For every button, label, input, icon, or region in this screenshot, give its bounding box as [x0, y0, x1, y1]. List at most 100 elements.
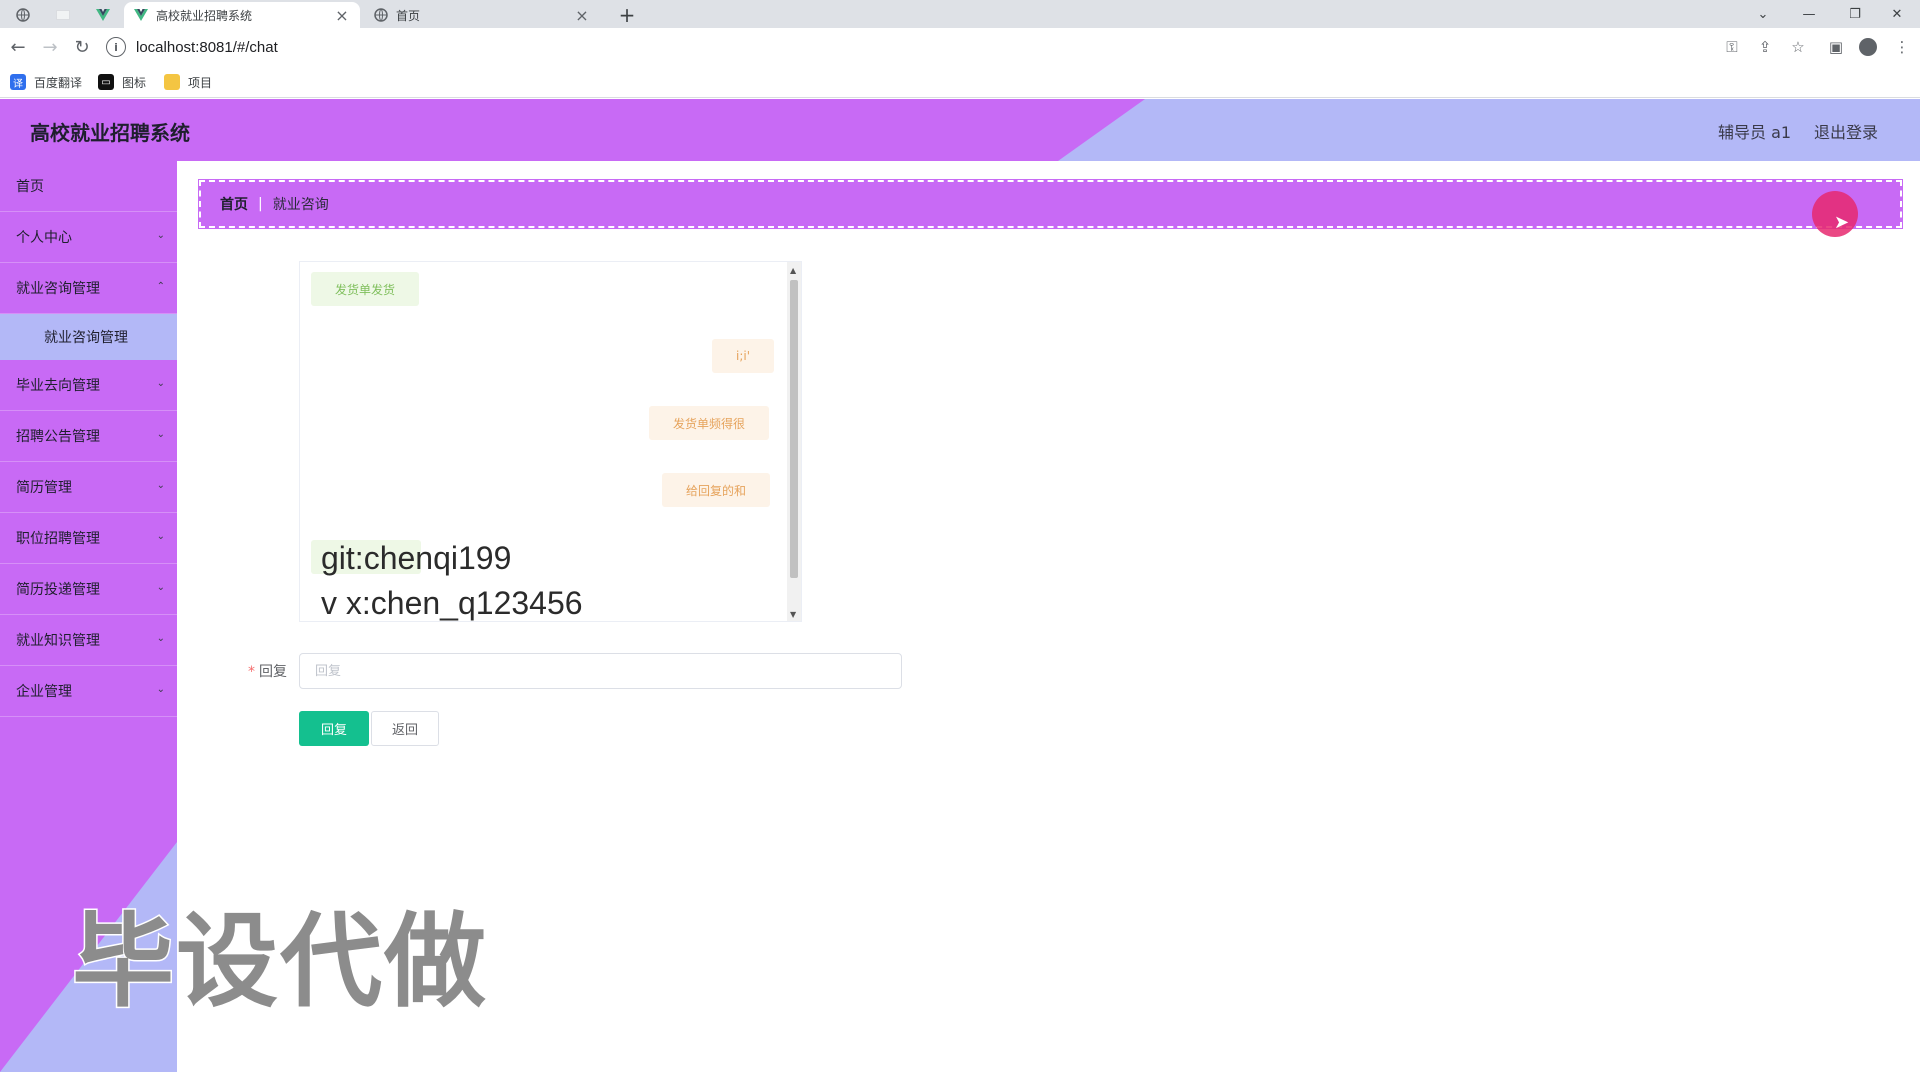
address-bar[interactable]: i localhost:8081/#/chat — [106, 32, 1896, 62]
app-title: 高校就业招聘系统 — [30, 121, 190, 145]
sidebar-item-knowledge-mgmt[interactable]: 就业知识管理 ⌄ — [0, 615, 177, 666]
chat-message-right: 给回复的和 — [662, 473, 771, 507]
bookmark-project[interactable]: 项目 — [164, 72, 212, 92]
arrow-left-icon: ← — [10, 36, 26, 58]
sidebar-item-delivery-mgmt[interactable]: 简历投递管理 ⌄ — [0, 564, 177, 615]
minimize-button[interactable]: — — [1786, 0, 1832, 28]
share-icon[interactable]: ⇪ — [1755, 37, 1775, 57]
reply-button[interactable]: 回复 — [299, 711, 369, 746]
sidebar-item-company-mgmt[interactable]: 企业管理 ⌄ — [0, 666, 177, 717]
close-icon[interactable]: × — [574, 6, 590, 25]
pinned-tab-blank[interactable] — [50, 2, 76, 28]
vue-icon — [96, 9, 110, 21]
watermark-text: 毕设代做 — [71, 902, 488, 1024]
chevron-down-icon: ⌄ — [156, 378, 165, 389]
logout-link[interactable]: 退出登录 — [1814, 119, 1878, 143]
sidepanel-icon[interactable]: ▣ — [1826, 37, 1846, 57]
sidebar-item-label: 简历管理 — [16, 480, 72, 496]
vue-icon — [134, 9, 148, 21]
sidebar-item-label: 就业咨询管理 — [16, 281, 100, 297]
blank-page-icon — [56, 10, 70, 20]
back-button[interactable]: ← — [6, 35, 30, 59]
chat-message-right: 发货单频得很 — [649, 406, 770, 440]
chevron-down-icon: ⌄ — [156, 633, 165, 644]
chevron-down-icon: ⌄ — [156, 582, 165, 593]
sidebar-item-job-mgmt[interactable]: 职位招聘管理 ⌄ — [0, 513, 177, 564]
sidebar-item-label: 企业管理 — [16, 684, 72, 700]
sidebar-item-label: 招聘公告管理 — [16, 429, 100, 445]
mouse-pointer-icon: ➤ — [1834, 212, 1850, 233]
scroll-up-icon[interactable]: ▲ — [790, 266, 796, 275]
sidebar-subitem-label: 就业咨询管理 — [44, 330, 128, 346]
chat-message-right: i;i' — [712, 339, 775, 373]
minimize-icon: — — [1802, 6, 1816, 22]
pinned-tab-globe[interactable] — [10, 2, 36, 28]
overlay-contact-text: v x:chen_q123456 — [321, 585, 583, 621]
sidebar-item-label: 就业知识管理 — [16, 633, 100, 649]
info-icon[interactable]: i — [106, 37, 126, 57]
reload-button[interactable]: ↻ — [70, 35, 94, 59]
chevron-down-icon: ⌄ — [156, 531, 165, 542]
forward-button[interactable]: → — [38, 35, 62, 59]
close-icon[interactable]: × — [334, 6, 350, 25]
scrollbar-thumb[interactable] — [790, 280, 798, 578]
sidebar-item-consult-mgmt[interactable]: 就业咨询管理 ⌃ — [0, 263, 177, 314]
breadcrumb-home[interactable]: 首页 — [220, 194, 248, 214]
tab-system[interactable]: 高校就业招聘系统 × — [124, 2, 360, 28]
key-icon[interactable]: ⚿ — [1722, 37, 1742, 57]
bookmark-baidu-translate[interactable]: 译 百度翻译 — [10, 72, 82, 92]
chevron-down-icon: ⌄ — [156, 480, 165, 491]
sidebar-item-home[interactable]: 首页 — [0, 161, 177, 212]
browser-tabstrip: 高校就业招聘系统 × 首页 × + ⌄ — ❐ ✕ — [0, 0, 1920, 28]
arrow-right-icon: → — [42, 36, 58, 58]
back-button[interactable]: 返回 — [371, 711, 439, 746]
globe-icon — [16, 8, 30, 22]
close-window-button[interactable]: ✕ — [1874, 0, 1920, 28]
scroll-down-icon[interactable]: ▼ — [790, 610, 796, 619]
sidebar-item-announcement-mgmt[interactable]: 招聘公告管理 ⌄ — [0, 411, 177, 462]
tab-home[interactable]: 首页 × — [364, 2, 600, 28]
chat-scrollbar[interactable]: ▲ ▼ — [787, 262, 801, 621]
pinned-tab-vue[interactable] — [90, 2, 116, 28]
breadcrumb-separator: | — [258, 196, 263, 212]
star-icon[interactable]: ☆ — [1788, 37, 1808, 57]
chevron-down-icon: ⌄ — [156, 429, 165, 440]
bookmarks-bar: 译 百度翻译 ▭ 图标 项目 — [0, 66, 1920, 98]
breadcrumb-current: 就业咨询 — [272, 197, 329, 213]
chat-message-left: 发货单发货 — [311, 272, 420, 306]
breadcrumb: 首页 | 就业咨询 — [198, 179, 1903, 229]
avatar-icon — [1859, 38, 1877, 56]
folder-icon — [164, 74, 180, 90]
sidebar-item-personal-center[interactable]: 个人中心 ⌄ — [0, 212, 177, 263]
kebab-menu-icon[interactable]: ⋮ — [1892, 37, 1912, 57]
reply-input[interactable] — [299, 653, 902, 689]
chevron-down-icon: ⌄ — [156, 230, 165, 241]
globe-icon — [374, 8, 388, 22]
profile-button[interactable] — [1858, 37, 1878, 57]
url-text: localhost:8081/#/chat — [136, 38, 278, 56]
chevron-up-icon: ⌃ — [156, 281, 165, 292]
sidebar-item-label: 简历投递管理 — [16, 582, 100, 598]
translate-icon: 译 — [10, 74, 26, 90]
sidebar-item-label: 毕业去向管理 — [16, 378, 100, 394]
bookmark-icons[interactable]: ▭ 图标 — [98, 72, 146, 92]
restore-button[interactable]: ❐ — [1832, 0, 1878, 28]
bookmark-label: 百度翻译 — [34, 75, 83, 90]
close-icon: ✕ — [1891, 6, 1903, 22]
tab-title: 高校就业招聘系统 — [156, 8, 253, 23]
sidebar-subitem-consult-mgmt[interactable]: 就业咨询管理 — [0, 314, 177, 360]
sidebar-item-destination-mgmt[interactable]: 毕业去向管理 ⌄ — [0, 360, 177, 411]
tab-title: 首页 — [396, 8, 421, 23]
image-icon: ▭ — [98, 74, 114, 90]
tab-search-button[interactable]: ⌄ — [1740, 0, 1786, 28]
bookmark-label: 图标 — [122, 75, 147, 90]
current-user: 辅导员 a1 — [1718, 123, 1792, 142]
required-mark: * — [248, 664, 255, 680]
sidebar-item-resume-mgmt[interactable]: 简历管理 ⌄ — [0, 462, 177, 513]
overlay-git-text: git:chenqi199 — [321, 540, 512, 576]
browser-toolbar: ← → ↻ i localhost:8081/#/chat ⚿ ⇪ ☆ ▣ ⋮ — [0, 28, 1920, 66]
new-tab-button[interactable]: + — [614, 2, 640, 28]
reply-label-text: 回复 — [259, 664, 287, 680]
restore-icon: ❐ — [1849, 6, 1861, 22]
sidebar-item-label: 个人中心 — [16, 230, 72, 246]
